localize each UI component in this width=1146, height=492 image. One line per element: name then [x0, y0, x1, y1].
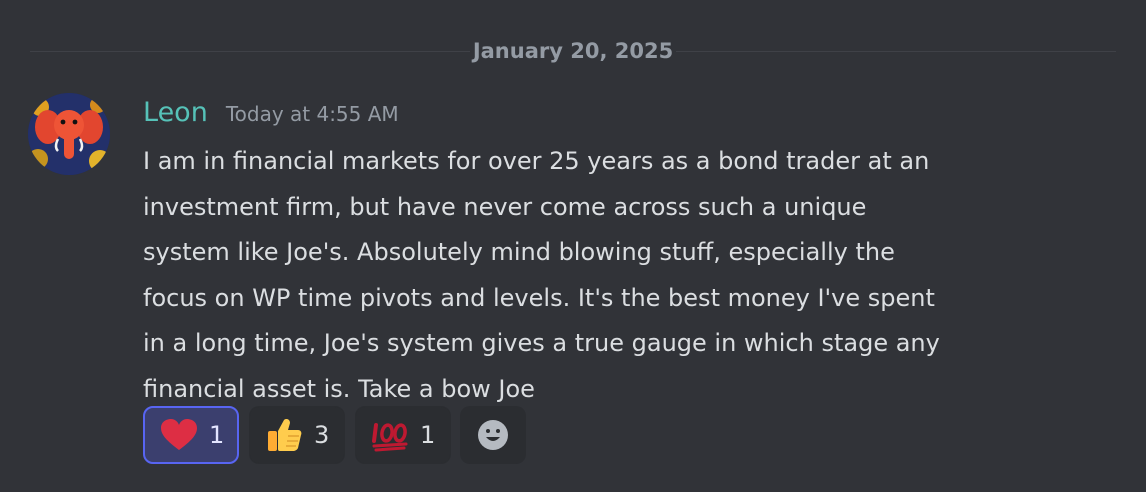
message-line: focus on WP time pivots and levels. It's…	[143, 283, 935, 312]
chat-message-view: January 20, 2025 Leon Today at 4:55 AM I…	[0, 0, 1146, 492]
message-line: investment firm, but have never come acr…	[143, 192, 867, 221]
smiley-icon	[478, 420, 508, 450]
date-divider-line-right	[676, 51, 1116, 52]
message-body: I am in financial markets for over 25 ye…	[143, 139, 1103, 413]
add-reaction-button[interactable]	[460, 406, 526, 464]
thumbs-up-icon	[264, 417, 304, 453]
avatar[interactable]	[28, 93, 110, 175]
hundred-points-icon	[370, 417, 410, 453]
elephant-avatar-icon	[28, 93, 110, 175]
reaction-count: 1	[420, 421, 436, 449]
reaction-count: 3	[314, 421, 330, 449]
reaction-count: 1	[209, 421, 225, 449]
date-divider-line-left	[30, 51, 470, 52]
reaction-heart[interactable]: 1	[143, 406, 239, 464]
message-line: system like Joe's. Absolutely mind blowi…	[143, 238, 895, 267]
reaction-thumbs-up[interactable]: 3	[249, 406, 345, 464]
date-divider-label: January 20, 2025	[472, 39, 674, 63]
username[interactable]: Leon	[143, 96, 208, 130]
message-header: Leon Today at 4:55 AM	[143, 96, 399, 130]
message-line: in a long time, Joe's system gives a tru…	[143, 329, 940, 358]
heart-icon	[159, 417, 199, 453]
message-line: I am in financial markets for over 25 ye…	[143, 147, 930, 175]
reaction-hundred[interactable]: 1	[355, 406, 451, 464]
timestamp[interactable]: Today at 4:55 AM	[226, 97, 399, 131]
